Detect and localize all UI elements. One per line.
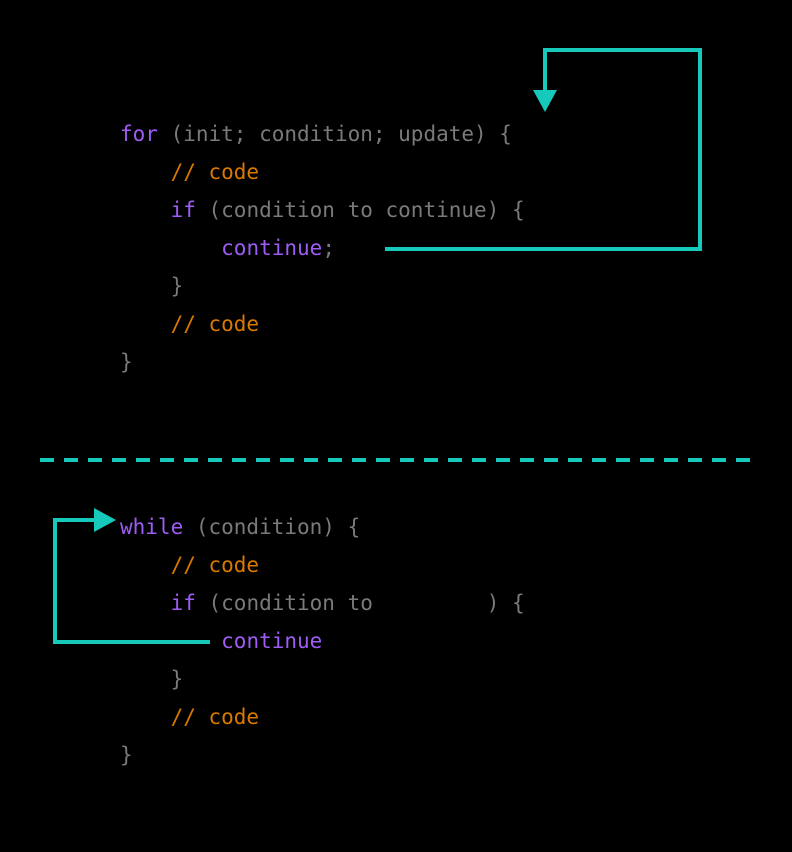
for-loop-code: for (init; condition; update) { // code …: [120, 115, 525, 381]
for-continue-arrow-head: [533, 90, 557, 112]
kw-if: if: [171, 591, 196, 615]
comment-code: // code: [171, 553, 260, 577]
diagram-canvas: for (init; condition; update) { // code …: [0, 0, 792, 852]
while-loop-code: while (condition) { // code if (conditio…: [120, 508, 525, 774]
kw-for: for: [120, 122, 158, 146]
kw-while: while: [120, 515, 183, 539]
comment-code: // code: [171, 705, 260, 729]
kw-continue: continue: [221, 629, 322, 653]
comment-code: // code: [171, 312, 260, 336]
while-continue-arrow-head: [94, 508, 116, 532]
comment-code: // code: [171, 160, 260, 184]
kw-if: if: [171, 198, 196, 222]
kw-continue: continue: [221, 236, 322, 260]
